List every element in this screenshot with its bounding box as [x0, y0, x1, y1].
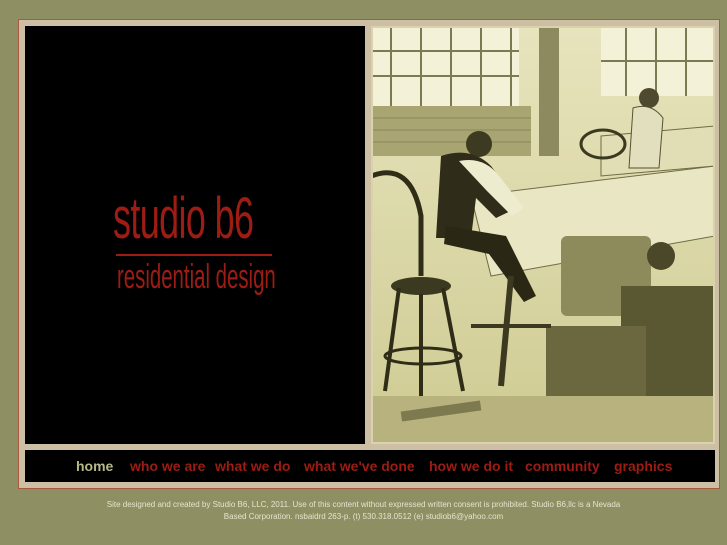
nav-home[interactable]: home	[76, 458, 113, 474]
nav-graphics[interactable]: graphics	[614, 458, 672, 474]
footer: Site designed and created by Studio B6, …	[60, 499, 667, 523]
brand-subtitle: residential design	[117, 258, 276, 296]
drafting-room-photo	[371, 26, 715, 444]
nav-what-we-do[interactable]: what we do	[215, 458, 290, 474]
footer-line-2: Based Corporation. nsbaidrd 263-p. (t) 5…	[223, 512, 504, 521]
photo-illustration	[371, 26, 715, 444]
nav-community[interactable]: community	[525, 458, 600, 474]
nav-how-we-do-it[interactable]: how we do it	[429, 458, 513, 474]
footer-line-1: Site designed and created by Studio B6, …	[106, 500, 621, 509]
logo-panel: studio b6 residential design	[25, 26, 365, 444]
brand-divider	[116, 254, 272, 256]
nav-who-we-are[interactable]: who we are	[130, 458, 205, 474]
nav-what-weve-done[interactable]: what we've done	[304, 458, 415, 474]
main-nav: home who we are what we do what we've do…	[25, 450, 715, 482]
brand-title: studio b6	[113, 186, 254, 251]
content-frame: studio b6 residential design home who we…	[18, 19, 720, 489]
